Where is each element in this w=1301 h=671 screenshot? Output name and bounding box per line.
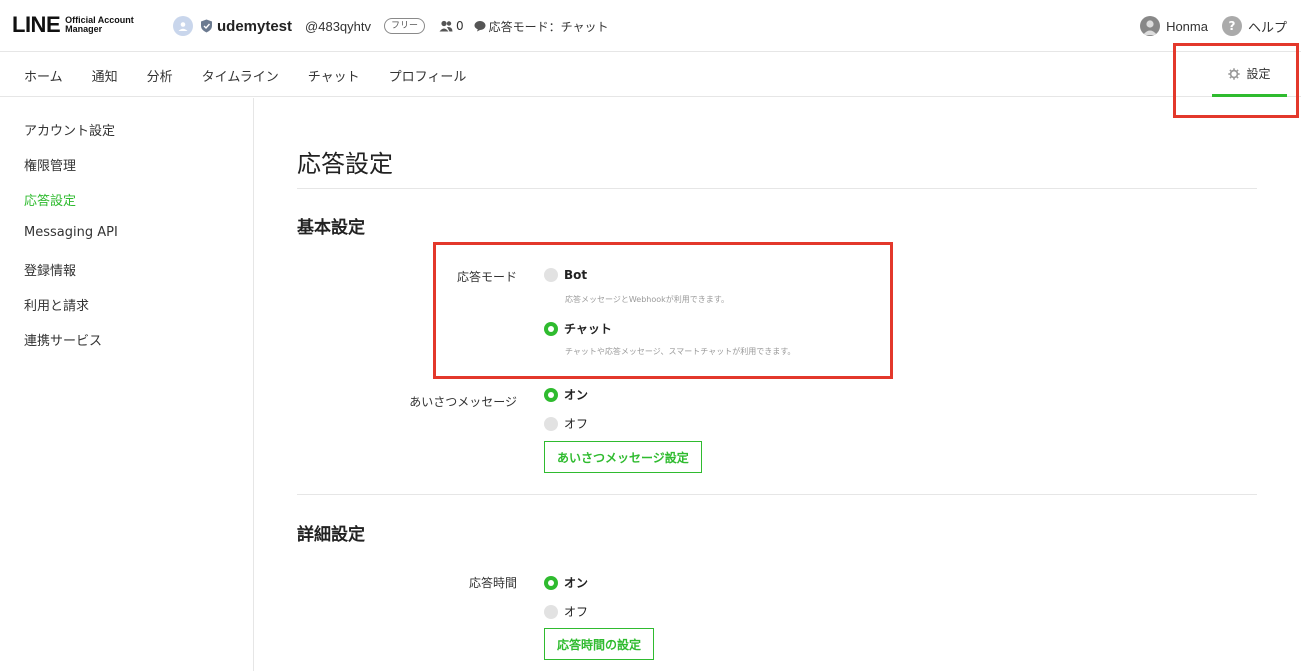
bot-description: 応答メッセージとWebhookが利用できます。 bbox=[565, 295, 729, 304]
sidebar-item-integrations[interactable]: 連携サービス bbox=[24, 330, 102, 349]
sidebar-item-messaging-api[interactable]: Messaging API bbox=[24, 225, 118, 240]
radio-response-time-off-indicator[interactable] bbox=[544, 604, 558, 619]
main-nav: ホーム 通知 分析 タイムライン チャット プロフィール 設定 bbox=[0, 53, 1301, 97]
logo-subtitle: Official Account Manager bbox=[65, 15, 134, 34]
nav-timeline[interactable]: タイムライン bbox=[202, 66, 279, 85]
radio-bot[interactable]: Bot bbox=[544, 268, 587, 282]
radio-bot-indicator[interactable] bbox=[544, 268, 558, 282]
logo-brand: LINE bbox=[12, 12, 61, 37]
nav-settings[interactable]: 設定 bbox=[1212, 53, 1287, 97]
sidebar-item-registration-info[interactable]: 登録情報 bbox=[24, 260, 76, 279]
chat-description: チャットや応答メッセージ、スマートチャットが利用できます。 bbox=[565, 347, 796, 356]
greeting-message-label: あいさつメッセージ bbox=[409, 395, 517, 409]
nav-analytics[interactable]: 分析 bbox=[147, 66, 173, 85]
user-menu: Honma ? ヘルプ bbox=[1140, 14, 1287, 38]
friend-count: 0 bbox=[456, 19, 464, 33]
radio-response-time-off[interactable]: オフ bbox=[544, 603, 588, 620]
radio-response-time-on-label: オン bbox=[564, 576, 589, 590]
section-divider bbox=[297, 494, 1257, 495]
response-mode-label: 応答モード bbox=[456, 270, 517, 284]
gear-icon bbox=[1228, 67, 1241, 80]
nav-profile[interactable]: プロフィール bbox=[389, 66, 467, 85]
nav-home[interactable]: ホーム bbox=[24, 66, 63, 85]
radio-bot-label: Bot bbox=[564, 268, 588, 282]
account-name[interactable]: udemytest bbox=[217, 18, 292, 35]
radio-greeting-off[interactable]: オフ bbox=[544, 415, 588, 432]
chat-bubble-icon bbox=[474, 21, 486, 32]
radio-greeting-on[interactable]: オン bbox=[544, 386, 588, 403]
section-title-detail: 詳細設定 bbox=[297, 525, 365, 545]
radio-response-time-on[interactable]: オン bbox=[544, 574, 588, 591]
radio-greeting-on-label: オン bbox=[564, 388, 589, 402]
section-title-basic: 基本設定 bbox=[297, 218, 365, 238]
title-divider bbox=[297, 188, 1257, 189]
radio-chat-indicator[interactable] bbox=[544, 321, 558, 336]
account-info: udemytest @483qyhtv フリー 0 応答モード：チャット bbox=[173, 14, 609, 38]
response-time-label: 応答時間 bbox=[468, 576, 517, 590]
nav-settings-label: 設定 bbox=[1246, 67, 1271, 81]
radio-greeting-off-label: オフ bbox=[564, 417, 589, 431]
radio-response-time-on-indicator[interactable] bbox=[544, 575, 558, 590]
page-title: 応答設定 bbox=[297, 150, 393, 178]
nav-chat[interactable]: チャット bbox=[308, 66, 360, 85]
sidebar: アカウント設定 権限管理 応答設定 Messaging API 登録情報 利用と… bbox=[0, 98, 254, 671]
greeting-settings-button[interactable]: あいさつメッセージ設定 bbox=[544, 441, 702, 473]
help-icon[interactable]: ? bbox=[1221, 16, 1242, 36]
radio-greeting-off-indicator[interactable] bbox=[544, 416, 558, 431]
response-time-settings-button[interactable]: 応答時間の設定 bbox=[544, 628, 655, 660]
top-bar: LINE Official Account Manager udemytest … bbox=[0, 0, 1301, 52]
nav-notifications[interactable]: 通知 bbox=[92, 66, 118, 85]
response-mode-status: 応答モード：チャット bbox=[488, 19, 609, 34]
sidebar-item-account-settings[interactable]: アカウント設定 bbox=[24, 120, 115, 139]
shield-icon bbox=[201, 19, 212, 33]
help-link[interactable]: ヘルプ bbox=[1248, 17, 1287, 36]
account-id: @483qyhtv bbox=[305, 18, 371, 34]
radio-chat[interactable]: チャット bbox=[544, 320, 612, 337]
user-avatar-icon[interactable] bbox=[1140, 16, 1161, 36]
highlight-box-response-mode bbox=[433, 242, 893, 379]
sidebar-item-permissions[interactable]: 権限管理 bbox=[24, 155, 76, 174]
plan-badge: フリー bbox=[384, 18, 426, 34]
radio-chat-label: チャット bbox=[564, 322, 612, 336]
account-avatar-icon[interactable] bbox=[173, 16, 193, 36]
friends-icon bbox=[439, 20, 453, 32]
radio-greeting-on-indicator[interactable] bbox=[544, 387, 558, 402]
user-name[interactable]: Honma bbox=[1166, 19, 1208, 34]
line-logo[interactable]: LINE Official Account Manager bbox=[12, 14, 134, 36]
sidebar-item-billing[interactable]: 利用と請求 bbox=[24, 295, 89, 314]
sidebar-item-response-settings[interactable]: 応答設定 bbox=[24, 190, 76, 209]
radio-response-time-off-label: オフ bbox=[564, 605, 589, 619]
